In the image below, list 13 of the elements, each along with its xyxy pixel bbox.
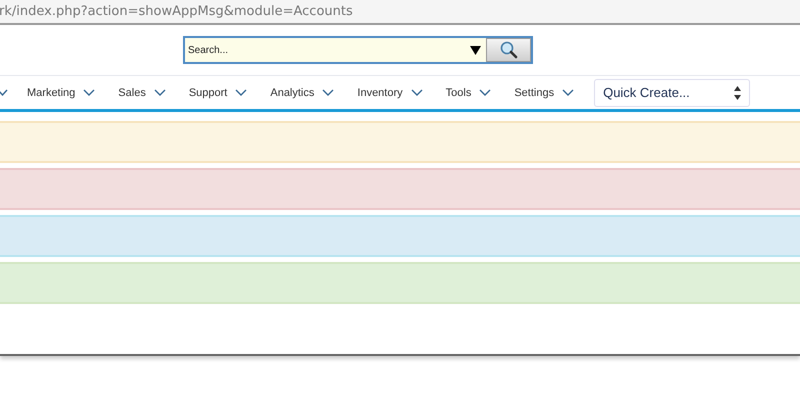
search-field[interactable]: Search... [185, 38, 465, 62]
nav-menu-item[interactable]: Tools [446, 86, 472, 98]
nav-menu-item[interactable]: Marketing [27, 86, 76, 98]
nav-menu-item[interactable]: Sales [118, 86, 146, 98]
search-icon [498, 41, 518, 59]
address-bar[interactable]: rk/index.php?action=showAppMsg&module=Accounts [0, 0, 800, 25]
nav-menu-item[interactable]: Inventory [357, 86, 403, 98]
search-button[interactable] [486, 38, 531, 62]
nav-menu-item[interactable]: Analytics [270, 86, 314, 98]
nav-menu-item[interactable]: Settings [514, 86, 554, 98]
quick-create-select[interactable]: Quick Create... [594, 78, 750, 106]
nav-menu-item[interactable]: Support [188, 86, 228, 98]
spinner-arrows-icon [734, 86, 742, 100]
